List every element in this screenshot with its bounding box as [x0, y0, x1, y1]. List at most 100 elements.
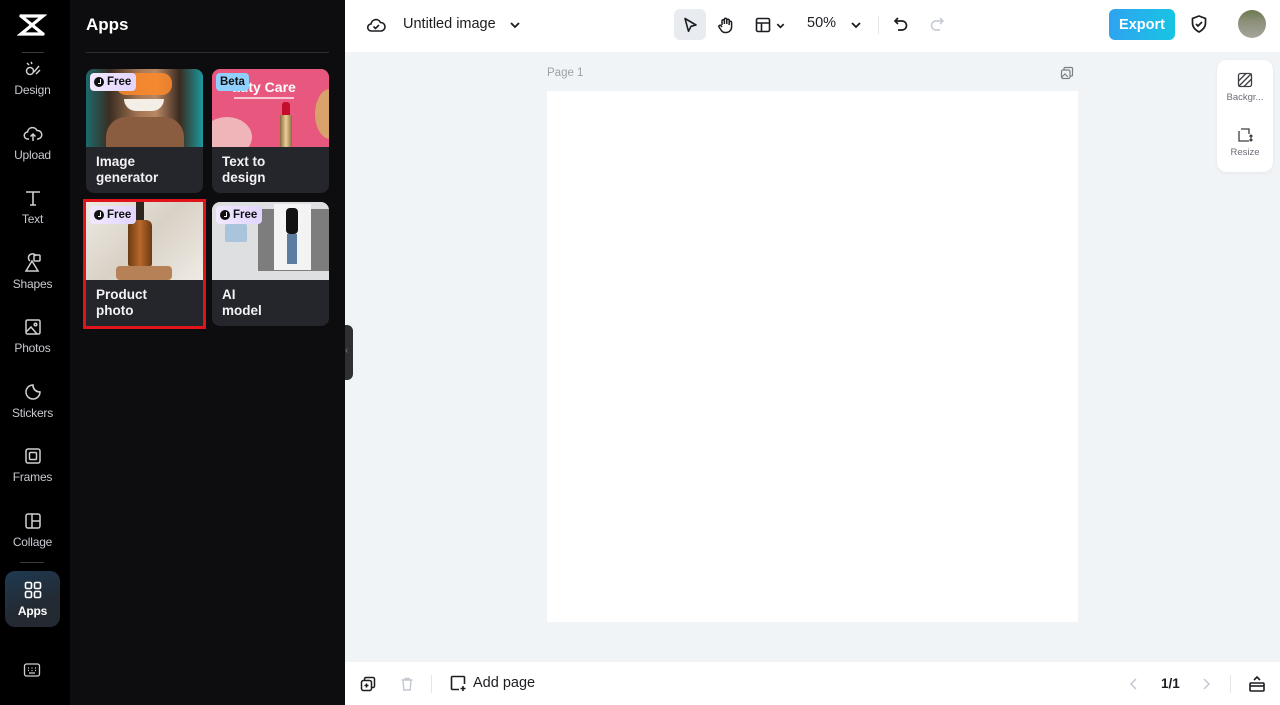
app-card-title-line: Image [96, 154, 136, 169]
layout-menu-button[interactable] [750, 13, 790, 37]
apps-panel: Apps Free Imagegenerator auty Care Beta [70, 0, 345, 705]
app-card-image-generator[interactable]: Free Image generator [86, 69, 203, 193]
free-badge: Free [216, 206, 263, 224]
badge-label: Beta [220, 76, 245, 88]
clock-icon [94, 77, 104, 87]
text-icon [25, 191, 40, 206]
sticker-icon [24, 384, 41, 400]
app-card-title-line: model [222, 303, 262, 318]
background-tool-button[interactable]: Backgr... [1217, 72, 1273, 122]
clock-icon [94, 210, 104, 220]
rail-item-upload[interactable]: Upload [5, 115, 60, 171]
beta-badge: Beta [216, 73, 249, 91]
page-manager-icon[interactable] [1248, 675, 1266, 693]
export-button[interactable]: Export [1109, 9, 1175, 40]
rail-label: Upload [14, 148, 51, 162]
user-avatar[interactable] [1238, 10, 1266, 38]
chevron-down-icon[interactable] [508, 18, 522, 32]
cloud-upload-icon [23, 126, 42, 141]
background-icon [1237, 72, 1253, 88]
app-card-title-line: design [222, 170, 266, 185]
app-card-title-line: generator [96, 170, 159, 185]
hand-tool-button[interactable] [714, 13, 738, 37]
duplicate-page-icon[interactable] [1060, 66, 1074, 80]
rail-item-text[interactable]: Text [5, 179, 60, 235]
canvas-page[interactable] [547, 91, 1078, 622]
app-card-title: AI model [222, 287, 322, 319]
rail-item-frames[interactable]: Frames [5, 437, 60, 493]
rail-label: Photos [14, 341, 51, 355]
add-page-label: Add page [473, 675, 536, 691]
hand-icon [718, 17, 733, 34]
keyboard-icon[interactable] [23, 662, 41, 678]
page-counter: 1/1 [1161, 676, 1180, 691]
zoom-chevron-down-icon[interactable] [849, 18, 863, 32]
rail-label: Stickers [11, 406, 54, 420]
app-card-text-to-design[interactable]: auty Care Beta Text to design [212, 69, 329, 193]
capcut-logo-icon[interactable] [17, 12, 47, 38]
app-card-title: Image generator [96, 154, 196, 186]
panel-title: Apps [86, 15, 129, 34]
badge-label: Free [107, 76, 132, 88]
next-page-icon[interactable] [1199, 676, 1213, 692]
document-title[interactable]: Untitled image [403, 16, 496, 32]
add-page-icon [450, 675, 466, 691]
rail-label: Text [21, 212, 44, 226]
badge-label: Free [107, 209, 132, 221]
cloud-saved-icon[interactable] [366, 15, 386, 35]
prev-page-icon[interactable] [1127, 676, 1141, 692]
rail-item-stickers[interactable]: Stickers [5, 373, 60, 429]
zoom-level[interactable]: 50% [807, 15, 836, 31]
shield-check-icon[interactable] [1189, 14, 1209, 34]
side-tool-label: Backgr... [1226, 92, 1264, 103]
frame-icon [24, 448, 41, 464]
rail-item-photos[interactable]: Photos [5, 308, 60, 364]
apps-grid-icon [24, 581, 41, 599]
panel-divider [86, 52, 329, 53]
rail-label: Collage [12, 535, 53, 549]
rail-label: Frames [12, 470, 53, 484]
resize-tool-button[interactable]: Resize [1217, 127, 1273, 177]
layout-icon [755, 17, 771, 33]
rail-label: Design [14, 83, 51, 97]
chevron-left-icon: ‹ [345, 345, 349, 356]
app-card-title-line: Product [96, 287, 148, 302]
shapes-icon [24, 253, 41, 272]
collapse-panel-handle[interactable]: ‹ [345, 325, 353, 380]
app-card-title: Text to design [222, 154, 322, 186]
resize-icon [1238, 128, 1253, 142]
free-badge: Free [90, 73, 137, 91]
clock-icon [220, 210, 230, 220]
rail-item-design[interactable]: Design [5, 50, 60, 106]
bottom-bar: Add page 1/1 [345, 662, 1280, 705]
add-page-button[interactable]: Add page [449, 674, 535, 692]
pointer-icon [684, 17, 697, 32]
side-tools-panel: Backgr... Resize [1217, 60, 1273, 172]
undo-icon[interactable] [892, 15, 910, 33]
select-tool-button[interactable] [674, 9, 706, 40]
app-root: Design Upload Text Shapes Photos Sticker… [0, 0, 1280, 705]
app-card-title: Product photo [96, 287, 196, 319]
image-icon [24, 319, 41, 335]
app-card-title-line: AI [222, 287, 236, 302]
toolbar-divider [878, 16, 879, 34]
rail-item-collage[interactable]: Collage [5, 502, 60, 558]
rail-item-shapes[interactable]: Shapes [5, 244, 60, 300]
rail-divider [20, 562, 44, 563]
page-label: Page 1 [547, 67, 584, 79]
app-card-ai-model[interactable]: Free AI model [212, 202, 329, 326]
badge-label: Free [233, 209, 258, 221]
free-badge: Free [90, 206, 137, 224]
toolbar-divider [1230, 675, 1231, 693]
app-card-product-photo[interactable]: Free Product photo [83, 199, 206, 329]
rail-label: Apps [17, 604, 48, 618]
top-bar: Untitled image 50% Export [345, 0, 1280, 52]
collage-icon [24, 513, 41, 529]
redo-icon[interactable] [928, 15, 946, 33]
design-icon [25, 61, 41, 76]
side-tool-label: Resize [1230, 147, 1260, 158]
duplicate-page-icon[interactable] [360, 676, 376, 692]
app-card-title-line: photo [96, 303, 134, 318]
trash-icon[interactable] [399, 676, 415, 692]
rail-item-apps[interactable]: Apps [5, 571, 60, 627]
